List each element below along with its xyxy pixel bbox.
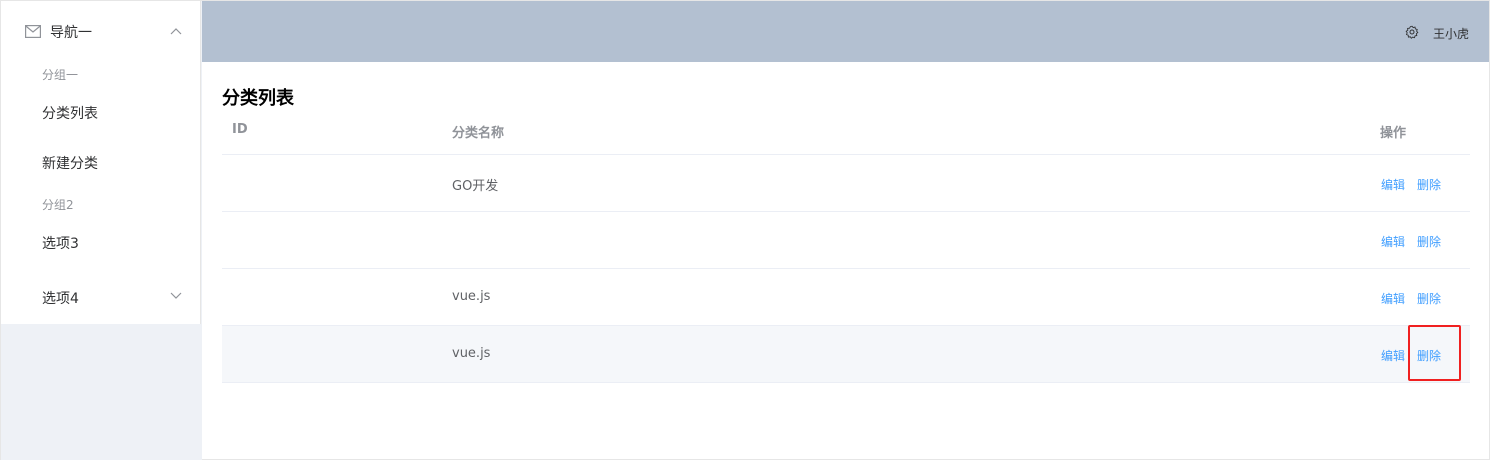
table-header: ID 分类名称 操作 bbox=[222, 110, 1470, 155]
chevron-up-icon[interactable] bbox=[170, 27, 182, 35]
column-header-name: 分类名称 bbox=[452, 126, 505, 141]
edit-button[interactable]: 编辑 bbox=[1381, 233, 1405, 250]
group-title-1: 分组一 bbox=[42, 68, 79, 82]
top-header: 王小虎 bbox=[202, 1, 1489, 62]
column-header-actions: 操作 bbox=[1380, 126, 1407, 141]
cell-name: vue.js bbox=[452, 289, 491, 304]
sidebar-item-category-list[interactable]: 分类列表 bbox=[1, 88, 201, 138]
sidebar-menu: 导航一 分组一 分类列表 新建分类 分组2 选项3 选项4 bbox=[1, 1, 201, 324]
submenu-nav1[interactable]: 导航一 bbox=[1, 3, 201, 59]
sidebar-item-new-category[interactable]: 新建分类 bbox=[1, 138, 201, 188]
edit-button[interactable]: 编辑 bbox=[1381, 290, 1405, 307]
edit-button[interactable]: 编辑 bbox=[1381, 176, 1405, 193]
user-name[interactable]: 王小虎 bbox=[1433, 25, 1469, 42]
page-title: 分类列表 bbox=[222, 88, 294, 109]
cell-name: GO开发 bbox=[452, 179, 499, 194]
table-row: 编辑 删除 bbox=[222, 212, 1470, 269]
chevron-down-icon[interactable] bbox=[170, 292, 182, 300]
delete-button[interactable]: 删除 bbox=[1417, 347, 1441, 364]
group-title-2: 分组2 bbox=[42, 198, 74, 212]
sidebar-item-option3[interactable]: 选项3 bbox=[1, 218, 201, 268]
delete-button[interactable]: 删除 bbox=[1417, 233, 1441, 250]
category-table: ID 分类名称 操作 GO开发 编辑 删除 编辑 删除 vue.js 编辑 删除… bbox=[222, 110, 1470, 383]
sidebar: 导航一 分组一 分类列表 新建分类 分组2 选项3 选项4 bbox=[1, 1, 202, 460]
main-content: 分类列表 ID 分类名称 操作 GO开发 编辑 删除 编辑 删除 vue.js … bbox=[202, 62, 1489, 459]
delete-button[interactable]: 删除 bbox=[1417, 290, 1441, 307]
mail-icon bbox=[25, 25, 41, 38]
edit-button[interactable]: 编辑 bbox=[1381, 347, 1405, 364]
table-row: GO开发 编辑 删除 bbox=[222, 155, 1470, 212]
delete-button[interactable]: 删除 bbox=[1417, 176, 1441, 193]
gear-icon[interactable] bbox=[1405, 25, 1419, 39]
table-row: vue.js 编辑 删除 bbox=[222, 326, 1470, 383]
cell-name: vue.js bbox=[452, 346, 491, 361]
column-header-id: ID bbox=[232, 122, 248, 137]
app-window: 导航一 分组一 分类列表 新建分类 分组2 选项3 选项4 王小虎 分类列表 I… bbox=[0, 0, 1490, 460]
submenu-option4[interactable]: 选项4 bbox=[1, 268, 201, 324]
submenu-nav1-label: 导航一 bbox=[50, 25, 92, 41]
table-row: vue.js 编辑 删除 bbox=[222, 269, 1470, 326]
submenu-option4-label: 选项4 bbox=[42, 291, 79, 307]
